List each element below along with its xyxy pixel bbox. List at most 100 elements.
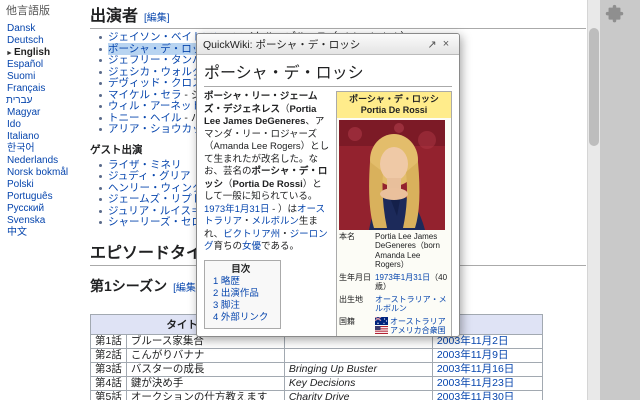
infobox-row-name: 本名 Portia Lee James DeGeneres（born Amand… <box>337 230 451 271</box>
actor-link[interactable]: デヴィッド・クロス <box>108 77 203 89</box>
language-label: English <box>13 47 51 58</box>
language-label: Français <box>7 83 46 94</box>
cast-heading-text: 出演者 <box>90 8 139 25</box>
episode-title-jp: バスターの成長 <box>125 361 285 377</box>
browser-chrome-area <box>587 0 640 400</box>
infobox-label: 本名 <box>339 231 355 241</box>
language-label: Magyar <box>7 107 41 118</box>
episode-title-jp: オークションの仕方教えます <box>125 389 285 400</box>
nationality-link[interactable]: オーストラリア <box>390 317 446 326</box>
language-link[interactable]: 中文 <box>6 227 86 239</box>
episode-title-original: Bringing Up Buster <box>283 361 433 377</box>
language-link[interactable]: עברית <box>6 95 86 107</box>
language-link[interactable]: Dansk <box>6 23 86 35</box>
infobox-header: ポーシャ・デ・ロッシ Portia De Rossi <box>337 92 451 118</box>
browser-screenshot: 他言語版 Dansk Deutsch ►English Español Suom… <box>0 0 640 400</box>
episode-row: 第4話 鍵が決め手 Key Decisions 2003年11月23日 <box>90 375 543 391</box>
language-link[interactable]: Svenska <box>6 215 86 227</box>
language-label: 한국어 <box>7 143 35 154</box>
toc-items: 1 略歴 2 出演作品 3 脚注 4 外部リンク <box>213 276 268 324</box>
episode-airdate-link[interactable]: 2003年11月9日 <box>431 347 543 363</box>
actor-link[interactable]: ライザ・ミネリ <box>108 159 182 171</box>
language-label: Norsk bokmål <box>7 167 69 178</box>
episode-title-jp: こんがりバナナ <box>125 347 285 363</box>
toc-title: 目次 <box>231 263 251 275</box>
infobox-title-ja: ポーシャ・デ・ロッシ <box>349 94 439 104</box>
language-link[interactable]: Norsk bokmål <box>6 167 86 179</box>
infobox-row-nationality: 国籍 オーストラリア アメリカ合衆国 <box>337 315 451 336</box>
toc-entry-link[interactable]: 2 出演作品 <box>213 288 268 300</box>
language-link[interactable]: Español <box>6 59 86 71</box>
episode-airdate-link[interactable]: 2003年11月16日 <box>431 361 543 377</box>
infobox-value-name: Portia Lee James DeGeneres（born Amanda L… <box>375 231 440 270</box>
infobox-table: 本名 Portia Lee James DeGeneres（born Amand… <box>337 230 451 336</box>
episode-row: 第3話 バスターの成長 Bringing Up Buster 2003年11月1… <box>90 361 543 377</box>
infobox-row-birth: 生年月日 1973年1月31日（40歳） <box>337 271 451 293</box>
quickwiki-popup: QuickWiki: ポーシャ・デ・ロッシ ↗ × ポーシャ・デ・ロッシ ポーシ… <box>196 33 460 337</box>
extension-puzzle-icon[interactable] <box>604 4 625 25</box>
birthplace-link[interactable]: オーストラリア・メルボルン <box>373 293 451 315</box>
episode-number: 第4話 <box>90 375 127 391</box>
popup-article-title: ポーシャ・デ・ロッシ <box>204 59 452 87</box>
language-link[interactable]: 한국어 <box>6 143 86 155</box>
language-link[interactable]: Ido <box>6 119 86 131</box>
episode-number: 第5話 <box>90 389 127 400</box>
episode-title-original <box>283 347 433 363</box>
toc-box: 目次 1 略歴 2 出演作品 3 脚注 4 外部リンク <box>204 259 282 329</box>
nationality-link[interactable]: アメリカ合衆国 <box>390 326 446 335</box>
cast-section-heading: 出演者 [編集] <box>90 2 586 29</box>
infobox-label: 生年月日 <box>339 272 371 282</box>
episode-number: 第1話 <box>90 333 127 349</box>
infobox-value-birth: 1973年1月31日（40歳） <box>373 271 451 293</box>
language-link[interactable]: ►English <box>6 47 86 59</box>
infobox: ポーシャ・デ・ロッシ Portia De Rossi 本名 Portia Lee… <box>336 91 452 336</box>
episode-title-original: Charity Drive <box>283 389 433 400</box>
language-label: Nederlands <box>7 155 59 166</box>
language-label: Ido <box>7 119 21 130</box>
episode-airdate-link[interactable]: 2003年11月23日 <box>431 375 543 391</box>
scrollbar-thumb[interactable] <box>589 28 599 146</box>
episode-row: 第5話 オークションの仕方教えます Charity Drive 2003年11月… <box>90 389 543 400</box>
language-label: Italiano <box>7 131 40 142</box>
language-link[interactable]: Français <box>6 83 86 95</box>
birthdate-link[interactable]: 1973年1月31日 <box>375 273 430 282</box>
language-label: Dansk <box>7 23 36 34</box>
quickwiki-body: ポーシャ・デ・ロッシ ポーシャ・デ・ロッシ Portia De Rossi 本名… <box>197 55 459 336</box>
actor-link[interactable]: トニー・ヘイル <box>108 112 182 124</box>
language-link[interactable]: Deutsch <box>6 35 86 47</box>
quickwiki-header[interactable]: QuickWiki: ポーシャ・デ・ロッシ ↗ × <box>197 34 459 55</box>
page-scrollbar[interactable] <box>587 0 600 400</box>
episode-title-original: Key Decisions <box>283 375 433 391</box>
toc-entry-link[interactable]: 3 脚注 <box>213 300 268 312</box>
toc-entry-link[interactable]: 1 略歴 <box>213 276 268 288</box>
actor-link[interactable]: マイケル・セラ <box>108 89 182 101</box>
language-link[interactable]: Português <box>6 191 86 203</box>
episode-airdate-link[interactable]: 2003年11月30日 <box>431 389 543 400</box>
close-icon[interactable]: × <box>439 38 453 50</box>
quickwiki-header-title: QuickWiki: ポーシャ・デ・ロッシ <box>203 38 361 51</box>
open-in-new-icon[interactable]: ↗ <box>425 38 439 51</box>
edit-link[interactable]: [編集] <box>173 283 199 294</box>
edit-link[interactable]: [編集] <box>144 13 170 24</box>
toc-entry-link[interactable]: 4 外部リンク <box>213 312 268 324</box>
other-languages-heading: 他言語版 <box>6 5 50 17</box>
episode-title-jp: 鍵が決め手 <box>125 375 285 391</box>
language-list: Dansk Deutsch ►English Español Suomi Fra… <box>6 23 86 239</box>
language-link[interactable]: Italiano <box>6 131 86 143</box>
language-link[interactable]: Polski <box>6 179 86 191</box>
language-link[interactable]: Magyar <box>6 107 86 119</box>
language-label: Русский <box>7 203 45 214</box>
language-label: עברית <box>6 95 33 106</box>
language-label: Suomi <box>7 71 36 82</box>
episode-number: 第2話 <box>90 347 127 363</box>
portrait-photo <box>337 118 451 230</box>
language-link[interactable]: Nederlands <box>6 155 86 167</box>
language-label: Svenska <box>7 215 46 226</box>
language-link[interactable]: Suomi <box>6 71 86 83</box>
language-label: Português <box>7 191 53 202</box>
actor-link[interactable]: ウィル・アーネット <box>108 100 202 112</box>
language-label: 中文 <box>7 227 27 238</box>
language-link[interactable]: Русский <box>6 203 86 215</box>
infobox-label: 出生地 <box>339 294 363 304</box>
actor-link[interactable]: ジュディ・グリア <box>108 170 191 182</box>
